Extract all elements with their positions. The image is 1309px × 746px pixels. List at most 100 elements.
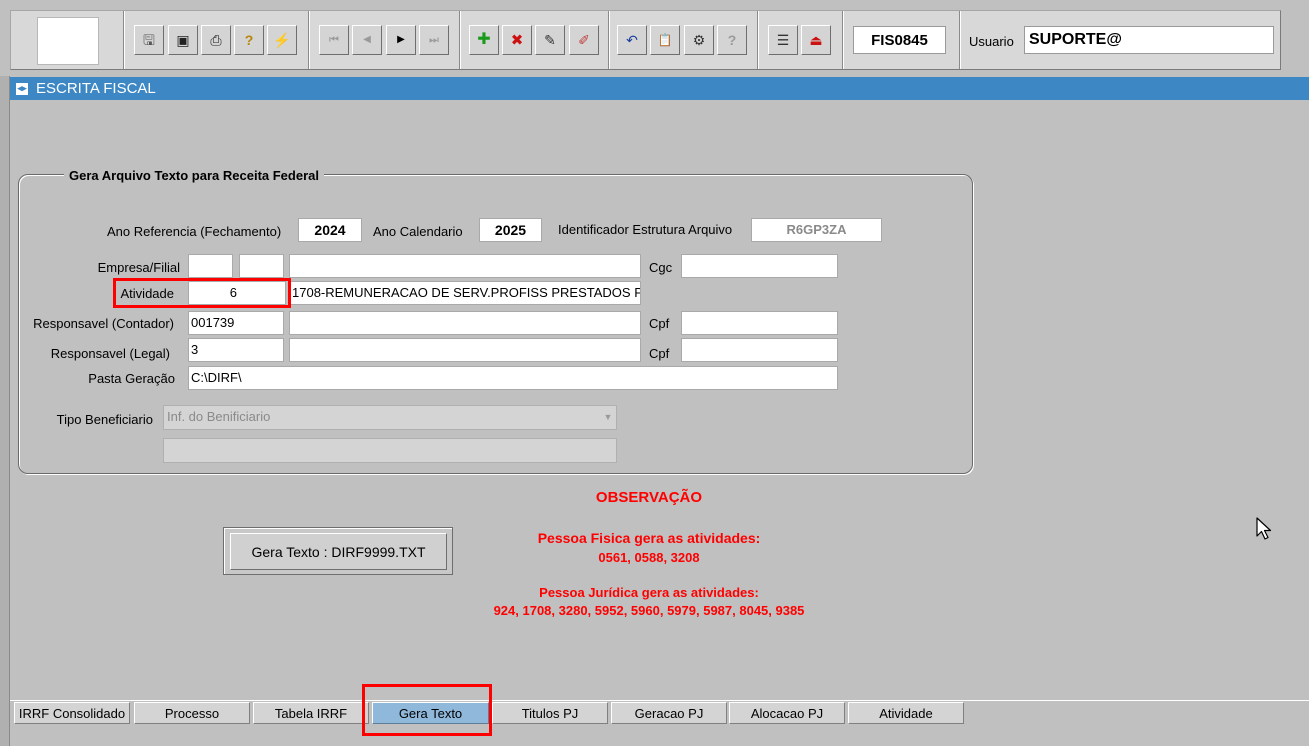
execute-button[interactable]: ⚡ [267,25,297,55]
cgc-label: Cgc [649,260,673,275]
clear-record-icon: ✐ [578,32,590,48]
atividade-description-field[interactable]: 1708-REMUNERACAO DE SERV.PROFISS PRESTAD… [289,281,641,305]
toolbar-separator [308,11,310,69]
empresa-name-field[interactable] [289,254,641,278]
window-icon: ▣ [176,32,190,48]
exit-button[interactable]: ⏏ [801,25,831,55]
cgc-field[interactable] [681,254,838,278]
toolbar-separator [842,11,844,69]
identificador-label: Identificador Estrutura Arquivo [558,222,733,237]
ano-referencia-label: Ano Referencia (Fechamento) [107,224,282,239]
atividade-highlight [113,278,291,308]
edit-record-icon: ✎ [544,32,556,48]
window-title: ESCRITA FISCAL [36,80,156,97]
tab-processo[interactable]: Processo [134,702,250,724]
previous-record-button[interactable]: ◀ [352,25,382,55]
delete-record-button[interactable]: ✖ [502,25,532,55]
save-icon: 🖫 [143,32,155,48]
resp-contador-field[interactable]: 001739 [188,311,284,335]
query-icon: ? [244,32,254,48]
toolbar-separator [459,11,461,69]
gera-texto-button[interactable]: Gera Texto : DIRF9999.TXT [230,533,447,570]
last-record-icon: ⏭ [429,33,439,46]
toolbar-separator [608,11,610,69]
menu-button[interactable]: ☰ [768,25,798,55]
toolbar-separator [123,11,125,69]
tools-icon: ⚙ [692,32,706,48]
user-label: Usuario [969,34,1014,49]
cpf-contador-field[interactable] [681,311,838,335]
last-record-button[interactable]: ⏭ [419,25,449,55]
tab-atividade[interactable]: Atividade [848,702,964,724]
pessoa-fisica-list: 0561, 0588, 3208 [598,550,700,565]
toolbar-separator [959,11,961,69]
print-icon: ⎙ [210,32,222,48]
cpf-contador-label: Cpf [649,316,670,331]
ano-calendario-label: Ano Calendario [373,224,463,239]
pessoa-fisica-title: Pessoa Fisica gera as atividades: [537,530,761,546]
filial-field[interactable] [239,254,284,278]
print-button[interactable]: ⎙ [201,25,231,55]
chevron-down-icon[interactable]: ▼ [602,409,614,425]
resp-legal-label: Responsavel (Legal) [50,346,170,361]
empresa-field[interactable] [188,254,233,278]
tipo-beneficiario-select[interactable]: Inf. do Benificiario ▼ [163,405,617,430]
empresa-filial-label: Empresa/Filial [97,260,180,275]
insert-record-icon: ✚ [477,31,491,48]
next-record-button[interactable]: ▶ [386,25,416,55]
tab-irrf-consolidado[interactable]: IRRF Consolidado [14,702,130,724]
undo-icon: ↶ [626,32,638,48]
execute-icon: ⚡ [273,32,291,48]
pessoa-juridica-list: 924, 1708, 3280, 5952, 5960, 5979, 5987,… [493,603,805,618]
menu-icon: ☰ [776,32,790,48]
tipo-beneficiario-label: Tipo Beneficiario [56,412,153,427]
resp-legal-field[interactable]: 3 [188,338,284,362]
tipo-beneficiario-value: Inf. do Benificiario [167,409,271,424]
beneficiario-detail-field[interactable] [163,438,617,463]
pessoa-juridica-title: Pessoa Jurídica gera as atividades: [539,585,759,600]
gera-texto-tab-highlight [362,684,492,736]
observacao-title: OBSERVAÇÃO [595,489,703,506]
undo-button[interactable]: ↶ [617,25,647,55]
insert-record-button[interactable]: ✚ [469,25,499,55]
ano-referencia-field[interactable]: 2024 [298,218,362,242]
next-record-icon: ▶ [397,34,405,45]
tab-alocacao-pj[interactable]: Alocacao PJ [729,702,845,724]
first-record-button[interactable]: ⏮ [319,25,349,55]
pasta-geracao-label: Pasta Geração [88,371,175,386]
clear-record-button[interactable]: ✐ [569,25,599,55]
tools-button[interactable]: ⚙ [684,25,714,55]
help-icon: ? [727,32,737,48]
clipboard-button[interactable]: 📋 [650,25,680,55]
frame-title: Gera Arquivo Texto para Receita Federal [64,168,324,183]
window-icon: ◂▸ [16,82,28,95]
window-titlebar: ◂▸ ESCRITA FISCAL [10,77,1309,100]
tab-titulos-pj[interactable]: Titulos PJ [492,702,608,724]
resp-contador-name-field[interactable] [289,311,641,335]
cpf-legal-field[interactable] [681,338,838,362]
resp-legal-name-field[interactable] [289,338,641,362]
window-edge [0,76,10,746]
mouse-cursor-icon [1256,517,1272,540]
identificador-field[interactable]: R6GP3ZA [751,218,882,242]
user-field: SUPORTE@ [1024,26,1274,54]
window-button[interactable]: ▣ [168,25,198,55]
save-button[interactable]: 🖫 [134,25,164,55]
logo [37,17,99,65]
help-button[interactable]: ? [717,25,747,55]
delete-record-icon: ✖ [510,31,524,49]
tab-tabela-irrf[interactable]: Tabela IRRF [253,702,369,724]
toolbar: 🖫 ▣ ⎙ ? ⚡ ⏮ ◀ ▶ ⏭ ✚ ✖ ✎ ✐ ↶ 📋 ⚙ ? ☰ ⏏ FI… [10,10,1281,70]
exit-icon: ⏏ [809,32,823,48]
previous-record-icon: ◀ [363,34,371,45]
edit-record-button[interactable]: ✎ [535,25,565,55]
query-button[interactable]: ? [234,25,264,55]
resp-contador-label: Responsavel (Contador) [33,316,174,331]
clipboard-icon: 📋 [657,33,673,47]
toolbar-separator [757,11,759,69]
pasta-geracao-field[interactable]: C:\DIRF\ [188,366,838,390]
tab-geracao-pj[interactable]: Geracao PJ [611,702,727,724]
form-code: FIS0845 [853,26,946,54]
first-record-icon: ⏮ [329,33,339,46]
ano-calendario-field[interactable]: 2025 [479,218,542,242]
